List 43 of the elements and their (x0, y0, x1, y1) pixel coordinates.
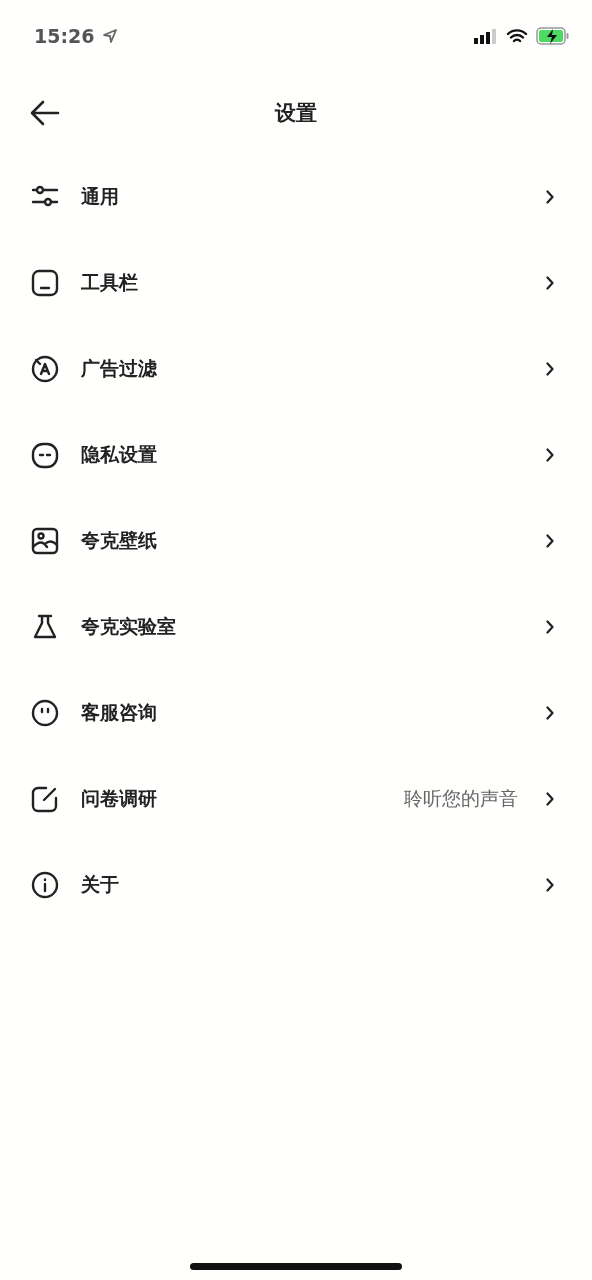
chevron-icon (546, 190, 554, 204)
item-hint: 聆听您的声音 (404, 786, 518, 811)
page-title: 设置 (273, 100, 318, 127)
status-time: 15:26 (34, 25, 95, 47)
chevron-icon (546, 362, 554, 376)
settings-item[interactable]: 关于 (0, 842, 592, 928)
face-icon (31, 441, 59, 469)
item-label: 关于 (81, 872, 119, 897)
chevron-icon (546, 792, 554, 806)
battery-charging-icon (536, 27, 570, 45)
back-button[interactable] (30, 100, 60, 126)
item-label: 隐私设置 (81, 442, 157, 467)
toolbar-icon (31, 269, 59, 297)
item-label: 夸克实验室 (81, 614, 176, 639)
settings-item[interactable]: 夸克实验室 (0, 584, 592, 670)
edit-icon (31, 785, 59, 813)
signal-icon (474, 28, 498, 44)
image-icon (31, 527, 59, 555)
settings-item[interactable]: 问卷调研 聆听您的声音 (0, 756, 592, 842)
item-label: 夸克壁纸 (81, 528, 157, 553)
item-label: 广告过滤 (81, 356, 157, 381)
settings-item[interactable]: 工具栏 (0, 240, 592, 326)
settings-item[interactable]: 广告过滤 (0, 326, 592, 412)
chevron-icon (546, 276, 554, 290)
chevron-icon (546, 620, 554, 634)
settings-item[interactable]: 隐私设置 (0, 412, 592, 498)
wifi-icon (506, 28, 528, 44)
item-label: 工具栏 (81, 270, 138, 295)
flask-icon (31, 613, 59, 641)
chevron-icon (546, 448, 554, 462)
info-icon (31, 871, 59, 899)
settings-item[interactable]: 客服咨询 (0, 670, 592, 756)
item-label: 问卷调研 (81, 786, 157, 811)
item-label: 通用 (81, 184, 119, 209)
chevron-icon (546, 706, 554, 720)
ad-block-icon (31, 355, 59, 383)
chevron-icon (546, 534, 554, 548)
location-icon (102, 28, 119, 44)
smiley-icon (31, 699, 59, 727)
settings-item[interactable]: 夸克壁纸 (0, 498, 592, 584)
item-label: 客服咨询 (81, 700, 157, 725)
settings-item[interactable]: 通用 (0, 154, 592, 240)
chevron-icon (546, 878, 554, 892)
